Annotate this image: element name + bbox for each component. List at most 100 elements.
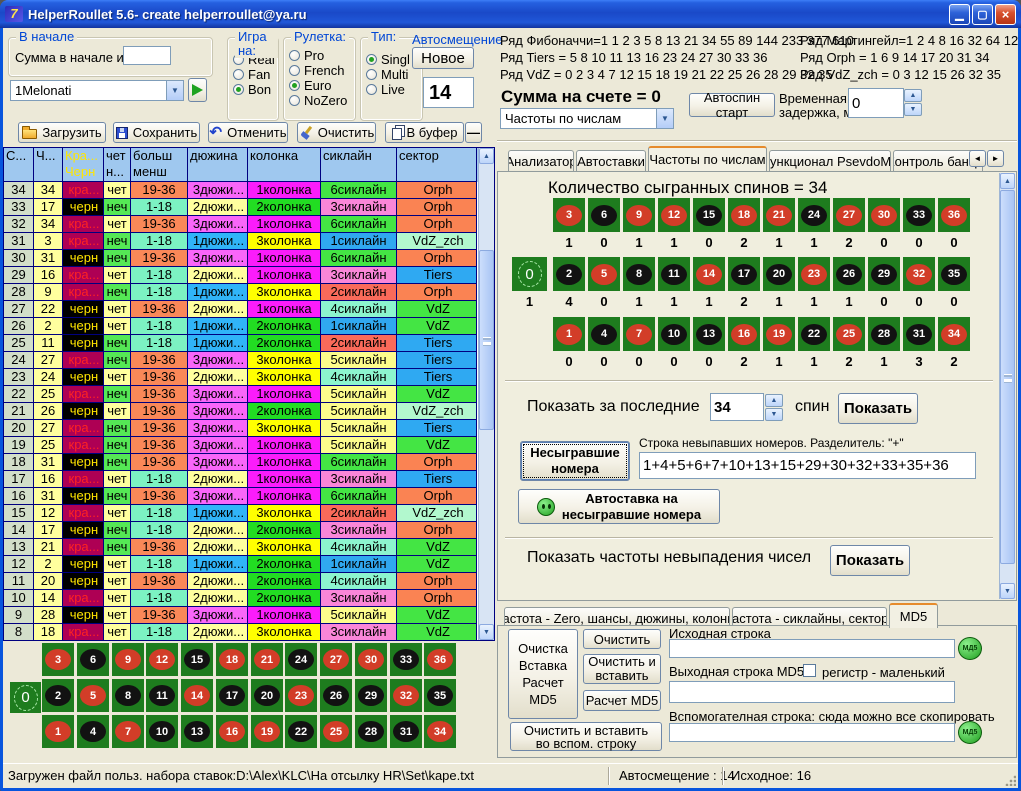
table-row[interactable]: 313кра...неч1-181дюжи...3колонка1сиклайн… [4,233,478,250]
column-header[interactable]: сектор [397,148,477,182]
table-row[interactable]: 262чернчет1-181дюжи...2колонка1сиклайнVd… [4,318,478,335]
scroll-up-icon[interactable]: ▲ [479,148,494,164]
spinner-up-icon[interactable]: ▲ [765,394,783,407]
tab-1[interactable]: Анализатор [508,150,574,171]
board-cell-12[interactable]: 12 [658,198,690,232]
board-cell-22[interactable]: 22 [798,317,830,351]
board-cell-16[interactable]: 16 [216,715,248,748]
board-cell-31[interactable]: 31 [903,317,935,351]
board-cell-33[interactable]: 33 [903,198,935,232]
chevron-down-icon[interactable]: ▼ [656,109,673,128]
board-cell-35[interactable]: 35 [938,257,970,291]
board-cell-14[interactable]: 14 [693,257,725,291]
board-cell-27[interactable]: 27 [833,198,865,232]
board-cell-16[interactable]: 16 [728,317,760,351]
table-row[interactable]: 1417черннеч1-182дюжи...2колонка3сиклайнO… [4,522,478,539]
table-row[interactable]: 1321кра...неч19-362дюжи...3колонка4сикла… [4,539,478,556]
table-row[interactable]: 1716кра...чет1-182дюжи...1колонка3сиклай… [4,471,478,488]
board-cell-15[interactable]: 15 [693,198,725,232]
radio-option-euro[interactable]: Euro [289,78,355,93]
table-row[interactable]: 2225кра...неч19-363дюжи...1колонка5сикла… [4,386,478,403]
column-header[interactable]: дюжина [188,148,248,182]
board-cell-21[interactable]: 21 [251,643,283,676]
board-cell-36[interactable]: 36 [424,643,456,676]
board-cell-32[interactable]: 32 [390,679,422,712]
table-row[interactable]: 2427кра...неч19-363дюжи...3колонка5сикла… [4,352,478,369]
board-cell-19[interactable]: 19 [763,317,795,351]
lowercase-checkbox[interactable] [803,664,816,677]
table-row[interactable]: 3434кра...чет19-363дюжи...1колонка6сикла… [4,182,478,199]
board-cell-19[interactable]: 19 [251,715,283,748]
board-cell-1[interactable]: 1 [42,715,74,748]
md5-aux-input[interactable] [669,723,955,742]
board-cell-17[interactable]: 17 [728,257,760,291]
board-cell-24[interactable]: 24 [798,198,830,232]
md5-run-icon[interactable]: МД5 [958,637,982,660]
board-cell-26[interactable]: 26 [833,257,865,291]
scrollbar-thumb[interactable] [479,250,494,430]
table-row[interactable]: 818кра...чет1-182дюжи...3колонка3сиклайн… [4,624,478,640]
board-cell-11[interactable]: 11 [658,257,690,291]
table-row[interactable]: 2126чернчет19-363дюжи...2колонка5сиклайн… [4,403,478,420]
board-cell-28[interactable]: 28 [868,317,900,351]
board-cell-5[interactable]: 5 [588,257,620,291]
table-row[interactable]: 3317черннеч1-182дюжи...2колонка3сиклайнO… [4,199,478,216]
board-cell-22[interactable]: 22 [285,715,317,748]
board-cell-21[interactable]: 21 [763,198,795,232]
load-button[interactable]: Загрузить [18,122,106,143]
radio-option-multi[interactable]: Multi [366,67,422,82]
md5-clear-and-paste-button[interactable]: Очистить и вставить [583,654,661,684]
board-cell-35[interactable]: 35 [424,679,456,712]
md5-aux-run-icon[interactable]: МД5 [958,721,982,744]
column-header[interactable]: колонка [248,148,321,182]
tab-2[interactable]: Автоставки [576,150,646,171]
close-button[interactable]: × [995,4,1016,25]
board-cell-20[interactable]: 20 [763,257,795,291]
radio-option-nozero[interactable]: NoZero [289,93,355,108]
board-cell-9[interactable]: 9 [112,643,144,676]
board-cell-25[interactable]: 25 [320,715,352,748]
md5-clear-button[interactable]: Очистить [583,629,661,649]
md5-clear-paste-calc-button[interactable]: Очистка Вставка Расчет MD5 [508,629,578,719]
board-cell-1[interactable]: 1 [553,317,585,351]
board-cell-2[interactable]: 2 [553,257,585,291]
chevron-down-icon[interactable]: ▼ [166,81,183,100]
column-header[interactable]: Ч... [34,148,63,182]
table-row[interactable]: 1512кра...чет1-181дюжи...3колонка2сиклай… [4,505,478,522]
board-cell-24[interactable]: 24 [285,643,317,676]
board-cell-28[interactable]: 28 [355,715,387,748]
board-cell-4[interactable]: 4 [588,317,620,351]
table-row[interactable]: 928чернчет19-363дюжи...1колонка5сиклайнV… [4,607,478,624]
show-last-input[interactable]: 34 [710,393,764,421]
unplayed-string-input[interactable]: 1+4+5+6+7+10+13+15+29+30+32+33+35+36 [639,452,976,479]
board-cell-32[interactable]: 32 [903,257,935,291]
column-header[interactable]: Кра...Черн [63,148,104,182]
radio-option-bon[interactable]: Bon [233,82,278,97]
board-cell-9[interactable]: 9 [623,198,655,232]
radio-option-fan[interactable]: Fan [233,67,278,82]
table-row[interactable]: 2324чернчет19-362дюжи...3колонка4сиклайн… [4,369,478,386]
board-cell-10[interactable]: 10 [146,715,178,748]
column-header[interactable]: С... [4,148,34,182]
board-cell-7[interactable]: 7 [112,715,144,748]
autospin-start-button[interactable]: Автоспин старт [689,93,775,117]
board-cell-30[interactable]: 30 [868,198,900,232]
board-cell-23[interactable]: 23 [798,257,830,291]
bottom-tab-3[interactable]: MD5 [889,603,938,628]
table-row[interactable]: 2722чернчет19-362дюжи...1колонка4сиклайн… [4,301,478,318]
save-button[interactable]: Сохранить [113,122,200,143]
board-cell-4[interactable]: 4 [77,715,109,748]
board-cell-13[interactable]: 13 [181,715,213,748]
board-cell-6[interactable]: 6 [588,198,620,232]
frequencies-scrollbar[interactable]: ▲ ▼ [999,173,1015,599]
md5-clear-paste-aux-button[interactable]: Очистить и вставить во вспом. строку [510,722,662,751]
board-cell-8[interactable]: 8 [112,679,144,712]
board-cell-36[interactable]: 36 [938,198,970,232]
board-cell-3[interactable]: 3 [42,643,74,676]
board-cell-15[interactable]: 15 [181,643,213,676]
radio-option-live[interactable]: Live [366,82,422,97]
board-cell-34[interactable]: 34 [424,715,456,748]
board-cell-13[interactable]: 13 [693,317,725,351]
tab-scroll-left-icon[interactable]: ◄ [969,150,986,167]
board-cell-29[interactable]: 29 [868,257,900,291]
